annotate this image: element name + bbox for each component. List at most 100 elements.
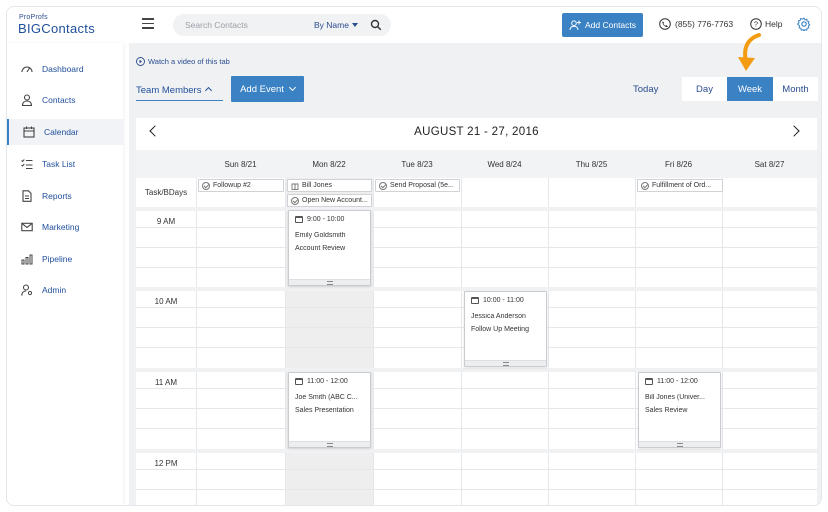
tasklist-icon (21, 159, 33, 169)
check-circle-icon (291, 196, 299, 205)
grid-line (136, 267, 817, 268)
gear-icon[interactable] (797, 17, 811, 31)
event-time: 9:00 - 10:00 (307, 216, 345, 223)
day-header-sun[interactable]: Sun 8/21 (196, 160, 285, 169)
sidebar-item-admin[interactable]: Admin (7, 277, 123, 303)
event-card[interactable]: 11:00 - 12:00 Bill Jones (Univer... Sale… (638, 372, 721, 448)
event-time: 10:00 - 11:00 (483, 297, 524, 304)
sidebar-item-label: Admin (42, 285, 67, 295)
chevron-up-icon (205, 86, 213, 95)
event-contact: Joe Smith (ABC C... (295, 394, 358, 401)
sidebar-item-label: Pipeline (42, 254, 73, 264)
admin-icon (21, 284, 33, 296)
person-icon (21, 94, 33, 106)
sidebar-item-calendar[interactable]: Calendar (7, 119, 123, 145)
add-event-button[interactable]: Add Event (231, 76, 304, 102)
sidebar-item-label: Marketing (42, 222, 80, 232)
sidebar-item-contacts[interactable]: Contacts (7, 87, 123, 113)
hour-label-10am: 10 AM (154, 297, 178, 306)
hour-label-11am: 11 AM (154, 378, 178, 387)
help-link[interactable]: ? Help (750, 18, 782, 30)
search-bar: By Name (173, 14, 391, 36)
day-header-fri[interactable]: Fri 8/26 (635, 160, 722, 169)
event-subject: Sales Presentation (295, 407, 354, 414)
day-header-mon[interactable]: Mon 8/22 (285, 160, 373, 169)
resize-handle[interactable] (289, 441, 370, 447)
resize-handle[interactable] (289, 279, 370, 285)
event-subject: Account Review (295, 245, 346, 252)
sidebar-item-label: Calendar (44, 127, 79, 137)
resize-handle[interactable] (639, 441, 720, 447)
task-item[interactable]: Fulfillment of Ord... (637, 179, 723, 192)
sidebar-item-label: Contacts (42, 95, 76, 105)
play-icon (136, 57, 145, 66)
event-time: 11:00 - 12:00 (657, 378, 698, 385)
calendar-icon (645, 378, 653, 385)
team-members-dropdown[interactable]: Team Members (136, 81, 223, 101)
day-header-wed[interactable]: Wed 8/24 (461, 160, 548, 169)
sidebar-item-marketing[interactable]: Marketing (7, 214, 123, 240)
resize-handle[interactable] (465, 360, 546, 366)
menu-icon[interactable] (142, 18, 154, 29)
task-item[interactable]: Open New Account... (287, 194, 372, 207)
view-week-button[interactable]: Week (727, 77, 773, 101)
calendar-icon (23, 126, 35, 138)
calendar-icon (471, 297, 479, 304)
event-contact: Jessica Anderson (471, 313, 526, 320)
sidebar-item-task-list[interactable]: Task List (7, 151, 123, 177)
caret-down-icon (351, 23, 358, 27)
task-label: Open New Account... (302, 197, 368, 204)
day-header-sat[interactable]: Sat 8/27 (722, 160, 817, 169)
event-card[interactable]: 10:00 - 11:00 Jessica Anderson Follow Up… (464, 291, 547, 367)
mail-icon (21, 222, 33, 232)
row-separator (136, 449, 817, 453)
day-header-tue[interactable]: Tue 8/23 (373, 160, 461, 169)
add-contacts-button[interactable]: Add Contacts (562, 13, 643, 37)
event-card[interactable]: 9:00 - 10:00 Emily Goldsmith Account Rev… (288, 210, 371, 286)
search-filter-dropdown[interactable]: By Name (314, 20, 358, 30)
check-circle-icon (379, 181, 387, 190)
task-item[interactable]: Send Proposal (5e... (375, 179, 460, 192)
event-time: 11:00 - 12:00 (307, 378, 348, 385)
task-item[interactable]: Followup #2 (198, 179, 284, 192)
watch-video-label: Watch a video of this tab (148, 57, 230, 66)
birthday-item[interactable]: Bill Jones (287, 179, 372, 192)
sidebar: Dashboard Contacts Calendar Task List Re… (7, 43, 123, 505)
grid-line (136, 227, 817, 228)
chevron-down-icon (288, 83, 296, 92)
calendar-panel: Watch a video of this tab Team Members A… (129, 33, 821, 505)
app-window: ProProfs BIGContacts By Name Add Contact… (6, 6, 822, 506)
watch-video-link[interactable]: Watch a video of this tab (136, 57, 230, 66)
task-label: Send Proposal (5e... (390, 182, 454, 189)
event-contact: Bill Jones (Univer... (645, 394, 705, 401)
calendar-header: AUGUST 21 - 27, 2016 (136, 118, 817, 148)
view-month-button[interactable]: Month (773, 77, 818, 101)
phone-icon (659, 18, 671, 30)
sidebar-item-pipeline[interactable]: Pipeline (7, 246, 123, 272)
day-header-thu[interactable]: Thu 8/25 (548, 160, 635, 169)
calendar-icon (295, 378, 303, 385)
week-calendar: AUGUST 21 - 27, 2016 Sun 8/21 Mon 8/22 T… (136, 118, 817, 505)
top-bar: ProProfs BIGContacts By Name Add Contact… (7, 7, 821, 43)
grid-line (136, 489, 817, 490)
time-grid[interactable]: Task/BDays 9 AM 10 AM 11 AM 12 PM Follow… (136, 178, 817, 505)
row-separator (136, 207, 817, 211)
sidebar-item-reports[interactable]: Reports (7, 183, 123, 209)
hour-label-9am: 9 AM (156, 217, 176, 226)
phone-number[interactable]: (855) 776-7763 (659, 18, 733, 30)
view-day-button[interactable]: Day (682, 77, 727, 101)
logo-bigcontacts[interactable]: BIGContacts (18, 21, 95, 36)
sidebar-item-dashboard[interactable]: Dashboard (7, 56, 123, 82)
dashboard-icon (21, 66, 33, 73)
birthday-label: Bill Jones (302, 182, 332, 189)
today-button[interactable]: Today (633, 84, 658, 95)
event-card[interactable]: 11:00 - 12:00 Joe Smith (ABC C... Sales … (288, 372, 371, 448)
event-subject: Sales Review (645, 407, 688, 414)
task-label: Fulfillment of Ord... (652, 182, 712, 189)
sidebar-item-label: Task List (42, 159, 76, 169)
search-input[interactable] (185, 18, 305, 32)
check-circle-icon (202, 181, 210, 190)
phone-label: (855) 776-7763 (675, 19, 734, 29)
task-bdays-label: Task/BDays (144, 188, 188, 197)
search-icon[interactable] (370, 19, 382, 31)
